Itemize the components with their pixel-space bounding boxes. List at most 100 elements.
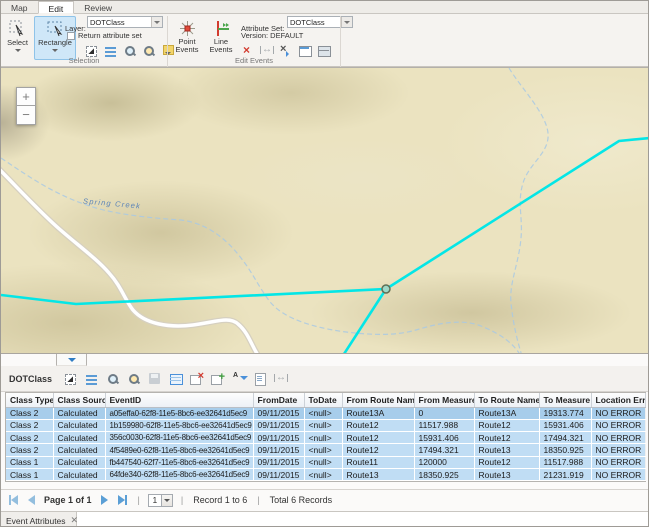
table-cell: Class 2 [6, 419, 53, 431]
tab-map[interactable]: Map [1, 1, 38, 14]
column-header-to-route-name[interactable]: To Route Name [474, 393, 539, 407]
add-record-icon[interactable] [211, 372, 225, 386]
event-editor-window: MapEditReview Select Recta [0, 0, 649, 527]
tab-review[interactable]: Review [74, 1, 122, 14]
table-cell: Class 1 [6, 468, 53, 480]
table-row[interactable]: Class 2Calculated356c0030-62f8-11e5-8bc6… [6, 432, 645, 444]
attributes-menu-icon[interactable] [85, 372, 99, 386]
first-page-button[interactable] [9, 495, 18, 505]
ribbon-tabbar: MapEditReview [1, 1, 649, 14]
line-events-button[interactable]: Line Events [205, 16, 237, 60]
tab-event-attributes[interactable]: Event Attributes ✕ [1, 512, 77, 527]
table-cell: a05effa0-62f8-11e5-8bc6-ee32641d5ec9 [105, 407, 253, 419]
table-cell: 64fde340-62f8-11e5-8bc6-ee32641d5ec9 [105, 468, 253, 480]
checkbox-icon[interactable] [67, 32, 75, 40]
column-header-location-error[interactable]: Location Error [591, 393, 645, 407]
table-cell: Route13 [342, 468, 414, 480]
dropdown-arrow-icon[interactable] [162, 494, 173, 507]
separator: | [257, 495, 259, 505]
table-row[interactable]: Class 2Calculated1b159980-62f8-11e5-8bc6… [6, 419, 645, 431]
dropdown-arrow-icon[interactable] [341, 17, 352, 27]
zoom-in-button[interactable]: + [16, 87, 36, 106]
layer-dropdown[interactable]: DOTClass [87, 16, 163, 28]
select-tool-label: Select [7, 38, 28, 47]
tab-event-attributes-label: Event Attributes [6, 516, 66, 526]
return-attribute-set-checkbox[interactable]: Return attribute set [67, 31, 142, 40]
total-records-text: Total 6 Records [270, 495, 333, 505]
road-casing [1, 166, 498, 353]
table-row[interactable]: Class 2Calculateda05effa0-62f8-11e5-8bc6… [6, 407, 645, 419]
column-header-fromdate[interactable]: FromDate [253, 393, 304, 407]
next-page-button[interactable] [101, 495, 108, 505]
chevron-down-icon[interactable] [15, 49, 21, 55]
column-header-class-type[interactable]: Class Type [6, 393, 53, 407]
column-header-eventid[interactable]: EventID [105, 393, 253, 407]
column-header-to-measure[interactable]: To Measure [539, 393, 591, 407]
record-range-text: Record 1 to 6 [193, 495, 247, 505]
creek-line [509, 68, 548, 353]
line-events-icon [213, 20, 230, 37]
chevron-down-icon[interactable] [52, 49, 58, 55]
clear-selection-icon[interactable] [190, 372, 204, 386]
sort-icon[interactable] [232, 372, 246, 386]
layer-dropdown-value: DOTClass [88, 18, 151, 27]
event-attributes-panel: DOTClass Class TypeClass SourceEventIDFr… [1, 353, 649, 527]
previous-page-button[interactable] [28, 495, 35, 505]
column-header-from-route-name[interactable]: From Route Name [342, 393, 414, 407]
table-cell: 4f5489e0-62f8-11e5-8bc6-ee32641d5ec9 [105, 444, 253, 456]
table-cell: NO ERROR [591, 432, 645, 444]
select-tool-icon [9, 20, 26, 37]
panel-toolbar-icons [64, 372, 288, 386]
table-cell: 18350.925 [414, 468, 474, 480]
point-events-label: Point Events [172, 38, 202, 54]
tab-edit[interactable]: Edit [38, 1, 75, 14]
save-icon[interactable] [148, 372, 162, 386]
table-cell: 356c0030-62f8-11e5-8bc6-ee32641d5ec9 [105, 432, 253, 444]
map-canvas[interactable]: Spring Creek + − [1, 67, 649, 353]
pan-to-selection-icon[interactable] [127, 372, 141, 386]
route-line[interactable] [1, 289, 386, 304]
route-junction-marker[interactable] [382, 285, 390, 293]
column-header-todate[interactable]: ToDate [304, 393, 342, 407]
panel-collapse-button[interactable] [56, 354, 87, 366]
table-row[interactable]: Class 2Calculated4f5489e0-62f8-11e5-8bc6… [6, 444, 645, 456]
map-zoom-control: + − [16, 87, 36, 125]
table-cell: Calculated [53, 407, 105, 419]
table-cell: Route12 [474, 456, 539, 468]
point-events-icon [179, 20, 196, 37]
table-cell: 15931.406 [414, 432, 474, 444]
table-row[interactable]: Class 1Calculatedfb447540-62f7-11e5-8bc6… [6, 456, 645, 468]
switch-selection-icon[interactable] [169, 372, 183, 386]
rectangle-tool-icon [47, 20, 64, 37]
table-cell: 11517.988 [414, 419, 474, 431]
last-page-button[interactable] [118, 495, 127, 505]
panel-title: DOTClass [9, 374, 52, 384]
table-cell: Class 2 [6, 407, 53, 419]
table-cell: 09/11/2015 [253, 419, 304, 431]
form-view-icon[interactable] [253, 372, 267, 386]
ribbon: MapEditReview Select Recta [1, 1, 649, 67]
column-header-class-source[interactable]: Class Source [53, 393, 105, 407]
table-cell: Class 2 [6, 432, 53, 444]
selection-group-label: Selection [1, 56, 167, 65]
zoom-out-button[interactable]: − [16, 106, 36, 125]
select-record-icon[interactable] [64, 372, 78, 386]
group-separator [340, 16, 341, 74]
column-header-from-measure[interactable]: From Measure [414, 393, 474, 407]
ribbon-body: Select Rectangle Layer: DOTClass [1, 14, 649, 66]
table-cell: 19313.774 [539, 407, 591, 419]
dropdown-arrow-icon[interactable] [151, 17, 162, 27]
attribute-set-dropdown[interactable]: DOTClass [287, 16, 353, 28]
page-number-select[interactable]: 1 [148, 494, 173, 507]
point-events-button[interactable]: Point Events [171, 16, 203, 60]
table-cell: <null> [304, 419, 342, 431]
close-icon[interactable]: ✕ [71, 516, 79, 525]
table-cell: NO ERROR [591, 419, 645, 431]
select-tool-button[interactable]: Select [3, 16, 32, 60]
zoom-to-selection-icon[interactable] [106, 372, 120, 386]
table-cell: 17494.321 [539, 432, 591, 444]
table-row[interactable]: Class 1Calculated64fde340-62f8-11e5-8bc6… [6, 468, 645, 480]
measure-icon[interactable] [274, 372, 288, 386]
route-line[interactable] [386, 138, 649, 289]
route-line[interactable] [344, 289, 386, 353]
